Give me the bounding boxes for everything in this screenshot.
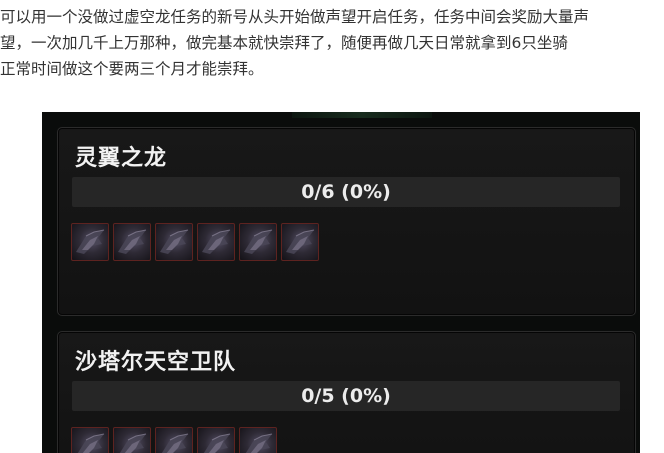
faction-name: 沙塔尔天空卫队 xyxy=(75,350,237,375)
nether-drake-icon[interactable] xyxy=(113,223,151,261)
article-line: 正常时间做这个要两三个月才能崇拜。 xyxy=(0,60,264,78)
nether-ray-icon[interactable] xyxy=(239,427,277,453)
article-line: 望，一次加几千上万那种，做完基本就快崇拜了，随便再做几天日常就拿到6只坐骑 xyxy=(0,34,568,52)
mount-icon-row xyxy=(71,427,277,453)
nether-drake-icon[interactable] xyxy=(155,223,193,261)
nether-ray-icon[interactable] xyxy=(71,427,109,453)
mount-progress-bar: 0/5 (0%) xyxy=(72,381,620,411)
nether-drake-icon[interactable] xyxy=(197,223,235,261)
nether-drake-icon[interactable] xyxy=(71,223,109,261)
faction-panel-netherwing: 灵翼之龙 0/6 (0%) xyxy=(57,127,636,316)
nether-drake-icon[interactable] xyxy=(239,223,277,261)
nether-ray-icon[interactable] xyxy=(155,427,193,453)
mount-icon-row xyxy=(71,223,319,261)
mount-progress-bar: 0/6 (0%) xyxy=(72,177,620,207)
nether-drake-icon[interactable] xyxy=(281,223,319,261)
progress-text: 0/6 (0%) xyxy=(301,181,391,203)
article-text: 可以用一个没做过虚空龙任务的新号从头开始做声望开启任务，任务中间会奖励大量声 望… xyxy=(0,4,664,82)
background-banner xyxy=(292,112,432,118)
game-screenshot: 灵翼之龙 0/6 (0%) 沙塔尔天空卫队 0/5 (0%) xyxy=(42,112,640,453)
article-line: 可以用一个没做过虚空龙任务的新号从头开始做声望开启任务，任务中间会奖励大量声 xyxy=(0,8,590,26)
nether-ray-icon[interactable] xyxy=(113,427,151,453)
progress-text: 0/5 (0%) xyxy=(301,385,391,407)
faction-panel-shatari-skyguard: 沙塔尔天空卫队 0/5 (0%) xyxy=(57,331,636,453)
nether-ray-icon[interactable] xyxy=(197,427,235,453)
faction-name: 灵翼之龙 xyxy=(75,146,168,171)
